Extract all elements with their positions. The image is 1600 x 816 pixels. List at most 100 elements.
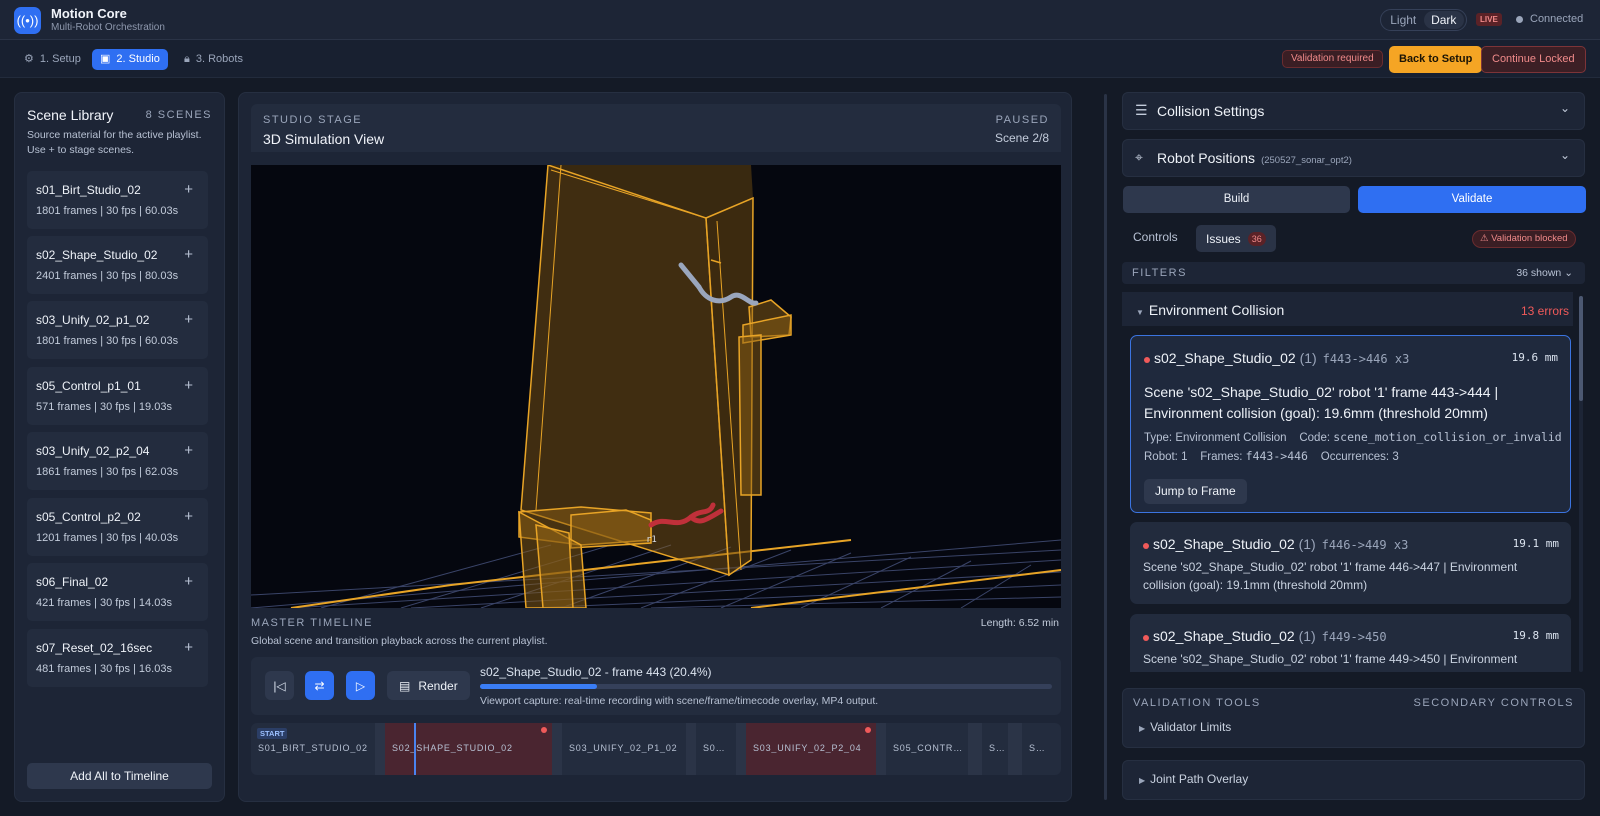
theme-dark-option[interactable]: Dark [1423, 11, 1464, 29]
joint-path-overlay-toggle[interactable]: ▶ Joint Path Overlay [1139, 772, 1248, 786]
timeline-segment-error[interactable]: S03_UNIFY_02_P2_04 [746, 723, 876, 775]
add-scene-plus-icon[interactable]: + [184, 377, 193, 394]
scene-card[interactable]: s05_Control_p2_02 1201 frames | 30 fps |… [27, 498, 208, 556]
chevron-down-icon: ⌄ [1559, 101, 1570, 115]
scene-meta: 481 frames | 30 fps | 16.03s [36, 663, 172, 675]
joint-path-overlay-section: ▶ Joint Path Overlay [1122, 760, 1585, 800]
play-button[interactable]: ▷ [346, 671, 375, 700]
timeline-segment[interactable]: S… [982, 723, 1008, 775]
add-scene-plus-icon[interactable]: + [184, 311, 193, 328]
step-studio-label: 2. Studio [116, 53, 160, 65]
scene-card[interactable]: s06_Final_02 421 frames | 30 fps | 14.03… [27, 563, 208, 621]
add-scene-plus-icon[interactable]: + [184, 442, 193, 459]
scene-count: 8 SCENES [145, 109, 212, 121]
scene-card[interactable]: s05_Control_p1_01 571 frames | 30 fps | … [27, 367, 208, 425]
playback-progress[interactable] [480, 684, 1052, 689]
segment-label: S05_CONTR… [893, 743, 964, 753]
issue-card[interactable]: s02_Shape_Studio_02 (1) f446->449 x3 19.… [1130, 522, 1571, 604]
loop-button[interactable]: ⇄ [305, 671, 334, 700]
transport-controls: |◁ ⇄ ▷ ▤ Render s02_Shape_Studio_02 - fr… [251, 657, 1061, 715]
scene-card[interactable]: s01_Birt_Studio_02 1801 frames | 30 fps … [27, 171, 208, 229]
step-robots[interactable]: 🔒︎ 3. Robots [176, 49, 251, 70]
theme-toggle[interactable]: Light Dark [1380, 9, 1467, 31]
build-button[interactable]: Build [1123, 186, 1350, 213]
playback-status: PAUSED [995, 114, 1049, 126]
skip-back-icon: |◁ [273, 678, 286, 693]
issue-card-selected[interactable]: s02_Shape_Studio_02 (1) f443->446 x3 19.… [1130, 335, 1571, 513]
scene-card[interactable]: s03_Unify_02_p2_04 1861 frames | 30 fps … [27, 432, 208, 490]
collision-settings-accordion[interactable]: ☰ Collision Settings ⌄ [1122, 92, 1585, 130]
scene-name: s05_Control_p1_01 [36, 379, 141, 393]
error-dot-icon [1143, 543, 1149, 549]
back-to-setup-button[interactable]: Back to Setup [1389, 46, 1483, 73]
timeline-segment[interactable]: S0… [696, 723, 736, 775]
issues-list[interactable]: ▼ Environment Collision 13 errors s02_Sha… [1122, 292, 1585, 672]
tab-controls[interactable]: Controls [1133, 230, 1178, 244]
scene-card[interactable]: s07_Reset_02_16sec 481 frames | 30 fps |… [27, 629, 208, 687]
studio-stage-panel: STUDIO STAGE 3D Simulation View PAUSED S… [238, 92, 1072, 802]
add-scene-plus-icon[interactable]: + [184, 508, 193, 525]
timeline-track[interactable]: START S01_BIRT_STUDIO_02 S02_SHAPE_STUDI… [251, 723, 1061, 775]
stage-label: STUDIO STAGE [263, 114, 363, 126]
caret-right-icon: ▶ [1139, 776, 1146, 785]
scene-meta: 1801 frames | 30 fps | 60.03s [36, 335, 179, 347]
validator-limits-toggle[interactable]: ▶ Validator Limits [1139, 720, 1231, 734]
3d-viewport[interactable]: r1 [251, 165, 1061, 608]
scene-library-description: Source material for the active playlist.… [27, 129, 202, 156]
timeline-segment[interactable]: S05_CONTR… [886, 723, 968, 775]
error-dot-icon [1144, 357, 1150, 363]
scene-meta: 421 frames | 30 fps | 14.03s [36, 597, 172, 609]
issues-scrollbar[interactable] [1579, 296, 1583, 672]
theme-light-option[interactable]: Light [1383, 11, 1424, 29]
skip-back-button[interactable]: |◁ [265, 671, 294, 700]
add-scene-plus-icon[interactable]: + [184, 573, 193, 590]
live-badge: LIVE [1476, 13, 1502, 26]
stage-header: STUDIO STAGE 3D Simulation View PAUSED S… [251, 104, 1061, 152]
segment-label: S0… [703, 743, 726, 753]
issue-card[interactable]: s02_Shape_Studio_02 (1) f449->450 19.8 m… [1130, 614, 1571, 672]
add-scene-plus-icon[interactable]: + [184, 246, 193, 263]
tab-issues[interactable]: Issues 36 [1196, 225, 1276, 252]
capture-info: Viewport capture: real-time recording wi… [480, 695, 879, 707]
continue-locked-button[interactable]: Continue Locked [1481, 46, 1586, 73]
issue-group-header[interactable]: ▼ Environment Collision 13 errors [1122, 292, 1573, 326]
add-scene-plus-icon[interactable]: + [184, 639, 193, 656]
timeline-segment[interactable]: START S01_BIRT_STUDIO_02 [251, 723, 375, 775]
step-studio[interactable]: ▣ 2. Studio [92, 49, 168, 70]
issue-message: Scene 's02_Shape_Studio_02' robot '1' fr… [1143, 560, 1518, 592]
scene-card[interactable]: s02_Shape_Studio_02 2401 frames | 30 fps… [27, 236, 208, 294]
scene-name: s03_Unify_02_p1_02 [36, 313, 150, 327]
scene-name: s05_Control_p2_02 [36, 510, 141, 524]
transition-gap [876, 723, 886, 775]
connection-status: Connected [1530, 13, 1584, 25]
render-label: Render [418, 678, 458, 693]
validation-required-badge: Validation required [1282, 50, 1383, 68]
filters-count: 36 shown ⌄ [1516, 267, 1573, 279]
timeline-segment[interactable]: S… [1022, 723, 1050, 775]
error-dot-icon [865, 727, 871, 733]
scene-card[interactable]: s03_Unify_02_p1_02 1801 frames | 30 fps … [27, 301, 208, 359]
caret-down-icon: ▼ [1136, 308, 1144, 317]
validate-button[interactable]: Validate [1358, 186, 1586, 213]
scene-library-panel: Scene Library 8 SCENES Source material f… [14, 92, 225, 802]
robot-positions-accordion[interactable]: ⌖ Robot Positions (250527_sonar_opt2) ⌄ [1122, 139, 1585, 177]
panel-resize-handle[interactable] [1104, 94, 1107, 800]
bracket-block [738, 299, 792, 496]
issue-type-code: Type: Environment Collision Code: scene_… [1144, 430, 1562, 444]
issues-scrollbar-thumb[interactable] [1579, 296, 1583, 401]
step-setup[interactable]: ⚙ 1. Setup [16, 49, 89, 70]
add-scene-plus-icon[interactable]: + [184, 181, 193, 198]
add-all-to-timeline-button[interactable]: Add All to Timeline [27, 763, 212, 789]
timeline-segment-error[interactable]: S02_SHAPE_STUDIO_02 [385, 723, 552, 775]
validation-tools-section: VALIDATION TOOLS SECONDARY CONTROLS ▶ Val… [1122, 688, 1585, 748]
transition-gap [375, 723, 385, 775]
secondary-controls-label: SECONDARY CONTROLS [1413, 697, 1574, 709]
timeline-segment[interactable]: S03_UNIFY_02_P1_02 [562, 723, 686, 775]
filters-bar[interactable]: FILTERS 36 shown ⌄ [1122, 262, 1585, 284]
segment-label: S… [989, 743, 1006, 753]
playhead[interactable] [414, 723, 416, 775]
jump-to-frame-button[interactable]: Jump to Frame [1144, 479, 1247, 504]
issue-group-errors: 13 errors [1520, 304, 1569, 318]
render-button[interactable]: ▤ Render [387, 671, 470, 700]
lock-icon: 🔒︎ [184, 53, 190, 65]
